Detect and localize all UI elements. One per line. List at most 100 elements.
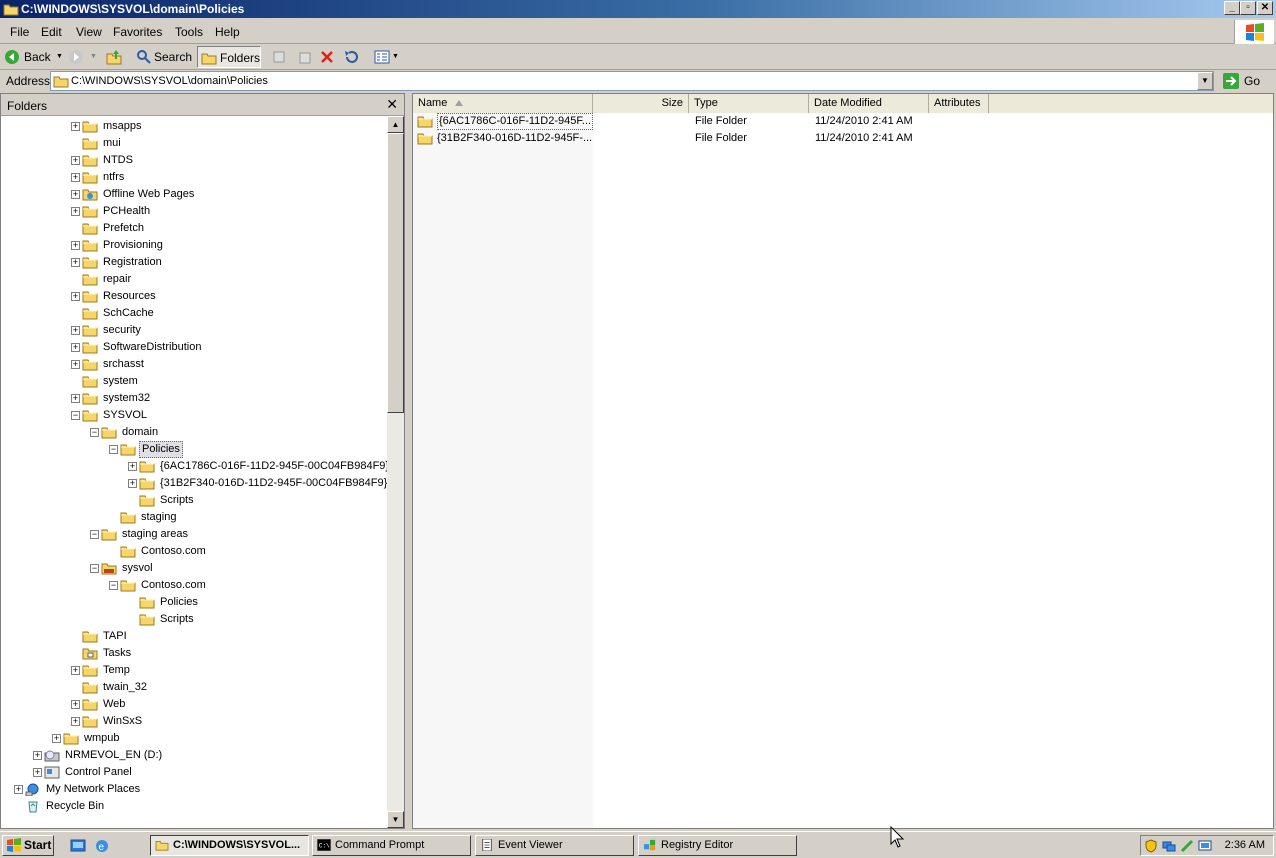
tree-node[interactable]: + system32 (1, 390, 387, 407)
undo-icon[interactable] (343, 49, 359, 65)
up-folder-icon[interactable] (105, 48, 123, 66)
folders-button[interactable]: Folders (197, 46, 261, 68)
expand-icon[interactable]: + (71, 717, 80, 726)
menu-file[interactable]: File (10, 25, 29, 39)
back-button[interactable]: Back ▼ (4, 46, 66, 68)
tree-node[interactable]: − staging areas (1, 526, 387, 543)
column-attributes[interactable]: Attributes (929, 94, 989, 113)
expand-icon[interactable]: + (52, 734, 61, 743)
address-dropdown-button[interactable]: ▼ (1197, 72, 1213, 90)
expand-icon[interactable]: + (71, 241, 80, 250)
tree-node[interactable]: mui (1, 135, 387, 152)
column-type[interactable]: Type (689, 94, 809, 113)
tree-node[interactable]: + {31B2F340-016D-11D2-945F-00C04FB984F9} (1, 475, 387, 492)
back-dropdown-icon[interactable]: ▼ (56, 46, 63, 68)
safely-remove-icon[interactable] (1180, 839, 1194, 853)
restore-button[interactable]: ▫ (1240, 1, 1256, 15)
scroll-up-button[interactable]: ▲ (387, 116, 404, 133)
minimize-button[interactable]: _ (1224, 1, 1240, 15)
expand-icon[interactable]: + (33, 768, 42, 777)
expand-icon[interactable]: + (71, 173, 80, 182)
tree-node[interactable]: + Registration (1, 254, 387, 271)
close-button[interactable]: ✕ (1257, 1, 1273, 15)
monitor-icon[interactable] (1198, 839, 1212, 853)
tree-node[interactable]: + security (1, 322, 387, 339)
menu-view[interactable]: View (76, 25, 102, 39)
tree-node[interactable]: + ntfrs (1, 169, 387, 186)
menu-help[interactable]: Help (215, 25, 240, 39)
task-explorer[interactable]: C:\WINDOWS\SYSVOL... (150, 835, 309, 856)
forward-dropdown-icon[interactable]: ▼ (90, 46, 97, 68)
tree-node[interactable]: − domain (1, 424, 387, 441)
tree-node[interactable]: SchCache (1, 305, 387, 322)
folder-tree[interactable]: + msapps mui + NTDS + ntfrs + Offline Web Pages +… (1, 116, 387, 828)
tree-node[interactable]: repair (1, 271, 387, 288)
tree-node[interactable]: + Temp (1, 662, 387, 679)
expand-icon[interactable]: + (71, 207, 80, 216)
tree-node[interactable]: − Policies (1, 441, 387, 458)
column-name[interactable]: Name (413, 94, 593, 113)
scroll-thumb[interactable] (387, 133, 404, 413)
column-date-modified[interactable]: Date Modified (809, 94, 929, 113)
move-to-icon[interactable] (272, 49, 288, 65)
tree-node[interactable]: + Offline Web Pages (1, 186, 387, 203)
expand-icon[interactable]: + (71, 258, 80, 267)
copy-to-icon[interactable] (296, 49, 312, 65)
expand-icon[interactable]: + (71, 700, 80, 709)
tree-node[interactable]: Prefetch (1, 220, 387, 237)
expand-icon[interactable]: + (128, 479, 137, 488)
tree-node[interactable]: Tasks (1, 645, 387, 662)
collapse-icon[interactable]: − (109, 581, 118, 590)
expand-icon[interactable]: + (71, 292, 80, 301)
menu-favorites[interactable]: Favorites (113, 25, 162, 39)
tree-node[interactable]: + WinSxS (1, 713, 387, 730)
tree-node[interactable]: + msapps (1, 118, 387, 135)
collapse-icon[interactable]: − (109, 445, 118, 454)
tree-node[interactable]: + SoftwareDistribution (1, 339, 387, 356)
address-field[interactable]: C:\WINDOWS\SYSVOL\domain\Policies ▼ (50, 71, 1214, 91)
tree-node[interactable]: + srchasst (1, 356, 387, 373)
tree-node[interactable]: − sysvol (1, 560, 387, 577)
tree-node[interactable]: twain_32 (1, 679, 387, 696)
start-button[interactable]: Start (2, 835, 54, 856)
views-button[interactable]: ▼ (372, 46, 400, 68)
quicklaunch-desktop-icon[interactable] (70, 838, 86, 854)
expand-icon[interactable]: + (71, 190, 80, 199)
file-row[interactable]: {31B2F340-016D-11D2-945F-... File Folder 1… (413, 130, 1273, 147)
tree-node[interactable]: + Resources (1, 288, 387, 305)
collapse-icon[interactable]: − (90, 564, 99, 573)
tree-node[interactable]: Scripts (1, 492, 387, 509)
expand-icon[interactable]: + (71, 156, 80, 165)
expand-icon[interactable]: + (71, 394, 80, 403)
task-command-prompt[interactable]: C:\ Command Prompt (312, 835, 471, 856)
task-registry-editor[interactable]: Registry Editor (638, 835, 797, 856)
close-pane-icon[interactable]: ✕ (386, 96, 398, 113)
menu-edit[interactable]: Edit (41, 25, 62, 39)
expand-icon[interactable]: + (33, 751, 42, 760)
tree-node[interactable]: − Contoso.com (1, 577, 387, 594)
tree-node[interactable]: − SYSVOL (1, 407, 387, 424)
expand-icon[interactable]: + (71, 326, 80, 335)
security-shield-icon[interactable] (1144, 839, 1158, 853)
delete-icon[interactable] (319, 49, 335, 65)
tree-node[interactable]: Policies (1, 594, 387, 611)
tree-node[interactable]: + {6AC1786C-016F-11D2-945F-00C04FB984F9} (1, 458, 387, 475)
menu-tools[interactable]: Tools (175, 25, 203, 39)
collapse-icon[interactable]: − (90, 530, 99, 539)
tree-node[interactable]: Scripts (1, 611, 387, 628)
tree-node[interactable]: + PCHealth (1, 203, 387, 220)
file-row[interactable]: {6AC1786C-016F-11D2-945F... File Folder 11… (413, 113, 1273, 130)
tree-node[interactable]: + Control Panel (1, 764, 387, 781)
expand-icon[interactable]: + (71, 122, 80, 131)
tree-node[interactable]: TAPI (1, 628, 387, 645)
tree-scrollbar[interactable]: ▲ ▼ (387, 116, 404, 828)
tree-node[interactable]: + wmpub (1, 730, 387, 747)
expand-icon[interactable]: + (128, 462, 137, 471)
column-size[interactable]: Size (593, 94, 689, 113)
network-icon[interactable] (1162, 839, 1176, 853)
scroll-down-button[interactable]: ▼ (387, 811, 404, 828)
collapse-icon[interactable]: − (71, 411, 80, 420)
expand-icon[interactable]: + (14, 785, 23, 794)
tree-node[interactable]: + Provisioning (1, 237, 387, 254)
quicklaunch-ie-icon[interactable]: e (94, 838, 110, 854)
